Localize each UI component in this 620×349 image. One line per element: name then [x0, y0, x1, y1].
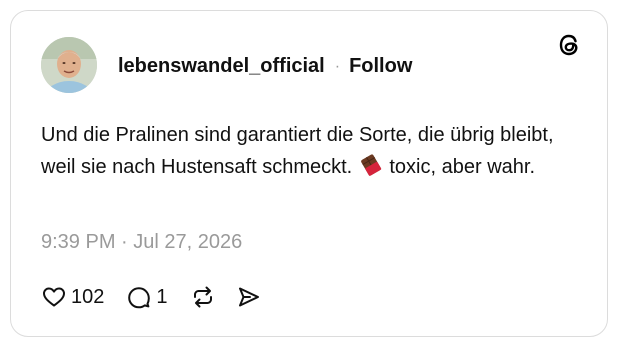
post-text: Und die Pralinen sind garantiert die Sor…	[41, 119, 561, 186]
send-icon	[238, 287, 259, 307]
post-card: lebenswandel_official · Follow Und die P…	[10, 10, 608, 337]
follow-button[interactable]: Follow	[349, 55, 412, 78]
like-count: 102	[71, 285, 105, 308]
post-timestamp[interactable]: 9:39 PM · Jul 27, 2026	[41, 231, 242, 254]
reply-button[interactable]: 1	[126, 284, 168, 310]
avatar[interactable]	[41, 37, 97, 93]
action-bar: 102 1	[41, 282, 262, 312]
repost-icon	[193, 286, 212, 308]
separator-dot: ·	[334, 57, 341, 75]
post-text-part-2: toxic, aber wahr.	[389, 156, 535, 178]
chocolate-bar-icon	[360, 154, 382, 186]
repost-button[interactable]	[190, 284, 216, 310]
post-header: lebenswandel_official · Follow	[118, 55, 412, 78]
reply-count: 1	[156, 285, 168, 308]
username[interactable]: lebenswandel_official	[118, 55, 325, 78]
threads-logo-icon[interactable]	[555, 31, 583, 59]
like-button[interactable]: 102	[41, 284, 104, 310]
avatar-image	[41, 37, 97, 93]
heart-icon	[43, 287, 65, 307]
comment-icon	[128, 287, 151, 309]
share-button[interactable]	[236, 284, 262, 310]
